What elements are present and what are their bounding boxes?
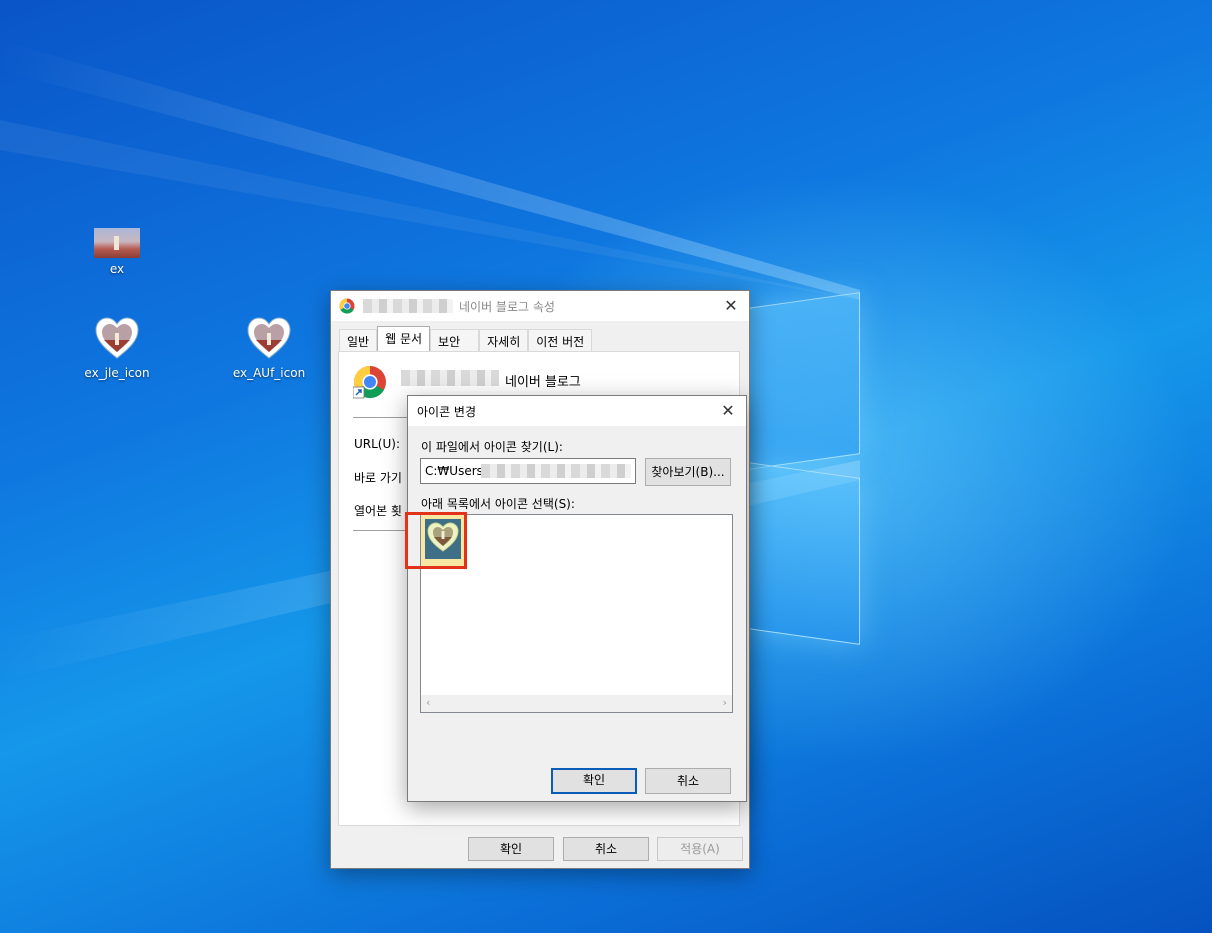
- desktop-icon-label: ex: [109, 262, 125, 276]
- properties-cancel-button[interactable]: 취소: [563, 837, 649, 861]
- change-icon-cancel-button[interactable]: 취소: [645, 768, 731, 794]
- change-icon-ok-button[interactable]: 확인: [551, 768, 637, 794]
- change-icon-titlebar[interactable]: 아이콘 변경 ✕: [408, 396, 746, 426]
- desktop-icon-label: ex_AUf_icon: [232, 366, 306, 380]
- selection-highlight-box: [405, 512, 467, 569]
- change-icon-title: 아이콘 변경: [417, 404, 477, 419]
- blurred-path-text: [481, 464, 631, 478]
- shortcut-name: 네이버 블로그: [505, 375, 581, 390]
- tab-security[interactable]: 보안: [430, 329, 480, 351]
- properties-ok-button[interactable]: 확인: [468, 837, 554, 861]
- browse-button[interactable]: 찾아보기(B)...: [645, 458, 731, 486]
- properties-title: 네이버 블로그 속성: [459, 299, 555, 314]
- windows-logo-pane-top-left: [748, 292, 860, 470]
- chevron-left-icon[interactable]: ‹: [426, 696, 430, 709]
- chevron-right-icon[interactable]: ›: [723, 696, 727, 709]
- desktop-icon-ex-jle-icon[interactable]: ex_jle_icon: [72, 316, 162, 380]
- icon-file-path-input[interactable]: C:₩Users: [420, 458, 636, 484]
- tab-web-document[interactable]: 웹 문서: [377, 326, 431, 351]
- change-icon-dialog: 아이콘 변경 ✕ 이 파일에서 아이콘 찾기(L): C:₩Users 찾아보기…: [407, 395, 747, 802]
- tab-details[interactable]: 자세히: [479, 329, 529, 351]
- heart-icon: [246, 316, 292, 362]
- shortcut-key-label: 바로 가기: [354, 471, 402, 485]
- tab-general[interactable]: 일반: [339, 329, 378, 351]
- visits-label: 열어본 횟: [354, 504, 402, 518]
- properties-apply-button[interactable]: 적용(A): [657, 837, 743, 861]
- heart-icon: [94, 316, 140, 362]
- icon-file-path-value: C:₩Users: [425, 464, 483, 478]
- tab-previous-versions[interactable]: 이전 버전: [528, 329, 593, 351]
- horizontal-scrollbar[interactable]: ‹ ›: [421, 695, 732, 712]
- image-file-icon: [94, 228, 140, 258]
- properties-tabs: 일반 웹 문서 보안 자세히 이전 버전: [339, 326, 593, 351]
- desktop-icon-ex[interactable]: ex: [72, 228, 162, 276]
- chrome-shortcut-icon: [353, 365, 386, 399]
- url-label: URL(U):: [354, 437, 400, 451]
- close-icon[interactable]: ✕: [716, 399, 740, 423]
- blurred-title-text: [363, 299, 453, 313]
- windows-logo-pane-bottom-left: [748, 462, 860, 645]
- chrome-icon: [339, 298, 355, 314]
- select-icon-label: 아래 목록에서 아이콘 선택(S):: [421, 497, 575, 511]
- close-icon[interactable]: ✕: [719, 294, 743, 318]
- find-icon-label: 이 파일에서 아이콘 찾기(L):: [421, 440, 563, 454]
- properties-titlebar[interactable]: 네이버 블로그 속성 ✕: [331, 291, 749, 321]
- desktop-icon-ex-auf-icon[interactable]: ex_AUf_icon: [224, 316, 314, 380]
- desktop-icon-label: ex_jle_icon: [84, 366, 150, 380]
- blurred-shortcut-name: [401, 370, 499, 386]
